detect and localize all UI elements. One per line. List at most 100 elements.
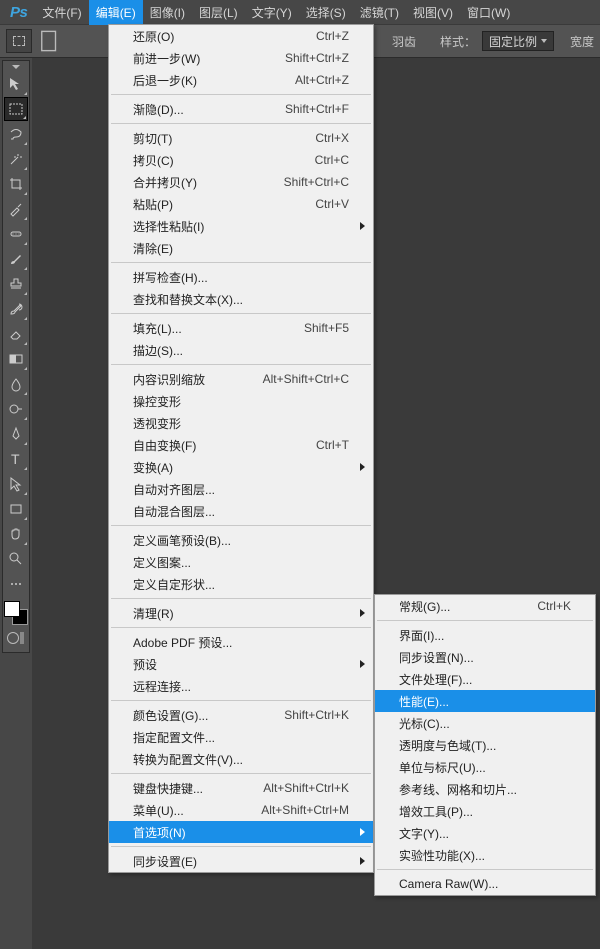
tool-crop[interactable] — [4, 172, 28, 196]
menu-image[interactable]: 图像(I) — [143, 0, 192, 25]
tool-wand[interactable] — [4, 147, 28, 171]
edit-menu-item[interactable]: 内容识别缩放Alt+Shift+Ctrl+C — [109, 368, 373, 390]
edit-menu-item[interactable]: 合并拷贝(Y)Shift+Ctrl+C — [109, 171, 373, 193]
tool-edit-toolbar[interactable] — [4, 572, 28, 596]
edit-menu-item[interactable]: 预设 — [109, 653, 373, 675]
quick-mask-toggle[interactable] — [6, 630, 26, 646]
tool-healing[interactable] — [4, 222, 28, 246]
doc-icon[interactable] — [38, 30, 62, 52]
edit-menu-item[interactable]: 定义画笔预设(B)... — [109, 529, 373, 551]
edit-menu-item[interactable]: 清理(R) — [109, 602, 373, 624]
prefs-menu-item[interactable]: 参考线、网格和切片... — [375, 778, 595, 800]
prefs-menu-item[interactable]: 文字(Y)... — [375, 822, 595, 844]
tool-hand[interactable] — [4, 522, 28, 546]
edit-menu-item[interactable]: 清除(E) — [109, 237, 373, 259]
edit-menu-item[interactable]: 选择性粘贴(I) — [109, 215, 373, 237]
edit-menu-item[interactable]: Adobe PDF 预设... — [109, 631, 373, 653]
edit-menu-item[interactable]: 键盘快捷键...Alt+Shift+Ctrl+K — [109, 777, 373, 799]
toolbox-collapse-handle[interactable] — [3, 63, 29, 71]
edit-menu-item[interactable]: 变换(A) — [109, 456, 373, 478]
tool-gradient[interactable] — [4, 347, 28, 371]
edit-menu-item[interactable]: 颜色设置(G)...Shift+Ctrl+K — [109, 704, 373, 726]
tool-preset-picker[interactable] — [6, 29, 32, 53]
tool-zoom[interactable] — [4, 547, 28, 571]
edit-menu-item[interactable]: 前进一步(W)Shift+Ctrl+Z — [109, 47, 373, 69]
prefs-menu-item[interactable]: 界面(I)... — [375, 624, 595, 646]
prefs-menu-item[interactable]: 同步设置(N)... — [375, 646, 595, 668]
menu-item-label: 粘贴(P) — [133, 196, 315, 213]
prefs-menu-item[interactable]: 常规(G)...Ctrl+K — [375, 595, 595, 617]
edit-menu-item[interactable]: 自动对齐图层... — [109, 478, 373, 500]
tool-marquee[interactable] — [4, 97, 28, 121]
menu-separator — [111, 598, 371, 599]
menu-select[interactable]: 选择(S) — [299, 0, 353, 25]
menu-type[interactable]: 文字(Y) — [245, 0, 299, 25]
prefs-menu-item[interactable]: 光标(C)... — [375, 712, 595, 734]
menu-separator — [111, 94, 371, 95]
menu-filter[interactable]: 滤镜(T) — [353, 0, 406, 25]
tool-path-select[interactable] — [4, 472, 28, 496]
menu-item-label: 光标(C)... — [399, 715, 571, 732]
menu-edit[interactable]: 编辑(E) — [89, 0, 143, 25]
tool-eraser[interactable] — [4, 322, 28, 346]
menu-window[interactable]: 窗口(W) — [460, 0, 517, 25]
menu-item-label: 选择性粘贴(I) — [133, 218, 349, 235]
menu-layer[interactable]: 图层(L) — [192, 0, 245, 25]
menu-item-label: 单位与标尺(U)... — [399, 759, 571, 776]
edit-menu-item[interactable]: 自由变换(F)Ctrl+T — [109, 434, 373, 456]
edit-menu-item[interactable]: 粘贴(P)Ctrl+V — [109, 193, 373, 215]
tool-rectangle[interactable] — [4, 497, 28, 521]
prefs-menu-item[interactable]: Camera Raw(W)... — [375, 873, 595, 895]
foreground-color-swatch[interactable] — [4, 601, 20, 617]
edit-menu-item[interactable]: 首选项(N) — [109, 821, 373, 843]
tool-stamp[interactable] — [4, 272, 28, 296]
tool-blur[interactable] — [4, 372, 28, 396]
tool-brush[interactable] — [4, 247, 28, 271]
menu-item-label: 前进一步(W) — [133, 50, 285, 67]
edit-menu-item[interactable]: 定义自定形状... — [109, 573, 373, 595]
prefs-menu-item[interactable]: 单位与标尺(U)... — [375, 756, 595, 778]
prefs-menu-item[interactable]: 透明度与色域(T)... — [375, 734, 595, 756]
menu-item-shortcut: Shift+Ctrl+K — [284, 708, 349, 722]
tool-type[interactable]: T — [4, 447, 28, 471]
prefs-menu-item[interactable]: 增效工具(P)... — [375, 800, 595, 822]
edit-menu-item[interactable]: 自动混合图层... — [109, 500, 373, 522]
edit-menu-item[interactable]: 指定配置文件... — [109, 726, 373, 748]
menu-item-shortcut: Alt+Shift+Ctrl+M — [261, 803, 349, 817]
tool-history-brush[interactable] — [4, 297, 28, 321]
edit-menu-item[interactable]: 填充(L)...Shift+F5 — [109, 317, 373, 339]
edit-menu-item[interactable]: 剪切(T)Ctrl+X — [109, 127, 373, 149]
edit-menu-item[interactable]: 同步设置(E) — [109, 850, 373, 872]
menu-file[interactable]: 文件(F) — [35, 0, 88, 25]
edit-menu-item[interactable]: 渐隐(D)...Shift+Ctrl+F — [109, 98, 373, 120]
edit-menu-item[interactable]: 菜单(U)...Alt+Shift+Ctrl+M — [109, 799, 373, 821]
tool-pen[interactable] — [4, 422, 28, 446]
edit-menu-item[interactable]: 透视变形 — [109, 412, 373, 434]
tool-eyedropper[interactable] — [4, 197, 28, 221]
edit-menu-item[interactable]: 描边(S)... — [109, 339, 373, 361]
edit-menu-item[interactable]: 转换为配置文件(V)... — [109, 748, 373, 770]
prefs-menu-item[interactable]: 性能(E)... — [375, 690, 595, 712]
edit-menu-item[interactable]: 远程连接... — [109, 675, 373, 697]
tool-move[interactable] — [4, 72, 28, 96]
svg-text:T: T — [11, 451, 20, 467]
menu-item-label: 剪切(T) — [133, 130, 315, 147]
tool-lasso[interactable] — [4, 122, 28, 146]
menu-separator — [377, 620, 593, 621]
edit-menu-item[interactable]: 操控变形 — [109, 390, 373, 412]
tool-dodge[interactable] — [4, 397, 28, 421]
style-select[interactable]: 固定比例 — [482, 31, 554, 51]
menu-item-label: 后退一步(K) — [133, 72, 295, 89]
edit-menu-item[interactable]: 拼写检查(H)... — [109, 266, 373, 288]
edit-menu-item[interactable]: 后退一步(K)Alt+Ctrl+Z — [109, 69, 373, 91]
color-swatches[interactable] — [4, 601, 28, 625]
edit-menu-item[interactable]: 还原(O)Ctrl+Z — [109, 25, 373, 47]
menu-item-label: 合并拷贝(Y) — [133, 174, 284, 191]
edit-menu-item[interactable]: 定义图案... — [109, 551, 373, 573]
edit-menu-item[interactable]: 拷贝(C)Ctrl+C — [109, 149, 373, 171]
menu-view[interactable]: 视图(V) — [406, 0, 460, 25]
edit-menu-item[interactable]: 查找和替换文本(X)... — [109, 288, 373, 310]
style-label: 样式： — [440, 33, 476, 50]
prefs-menu-item[interactable]: 实验性功能(X)... — [375, 844, 595, 866]
prefs-menu-item[interactable]: 文件处理(F)... — [375, 668, 595, 690]
